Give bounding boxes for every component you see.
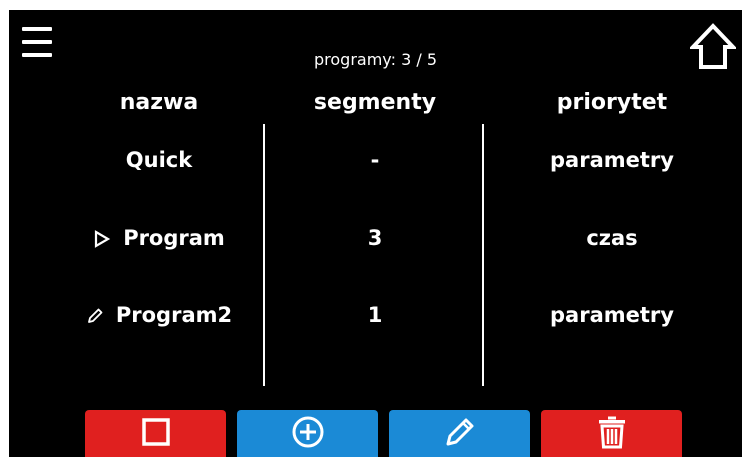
program-name: Program: [123, 226, 225, 250]
play-outline-icon: [93, 230, 111, 248]
column-header-name: nazwa: [119, 90, 199, 115]
pencil-icon: [86, 307, 104, 325]
program-segments: -: [370, 148, 380, 172]
delete-program-button[interactable]: [541, 410, 682, 457]
program-name: Quick: [125, 148, 193, 172]
program-count: programy: 3 / 5: [9, 50, 742, 69]
program-name: Program2: [115, 303, 233, 327]
add-program-button[interactable]: [237, 410, 378, 457]
trash-icon: [595, 415, 629, 453]
program-priority: czas: [586, 226, 638, 250]
program-list-screen: programy: 3 / 5 nazwa segmenty priorytet…: [9, 10, 742, 457]
column-header-segments: segmenty: [313, 90, 437, 115]
column-header-priority: priorytet: [556, 90, 668, 115]
stop-button[interactable]: [85, 410, 226, 457]
plus-circle-icon: [291, 415, 325, 453]
program-segments: 3: [367, 226, 383, 250]
edit-program-button[interactable]: [389, 410, 530, 457]
home-icon[interactable]: [688, 22, 738, 72]
program-priority: parametry: [550, 303, 674, 327]
program-row-program[interactable]: Program 3 czas: [9, 211, 742, 265]
program-row-program2[interactable]: Program2 1 parametry: [9, 288, 742, 342]
program-count-label: programy:: [313, 50, 396, 69]
program-name-cell: Program2: [39, 288, 279, 342]
square-stop-icon: [141, 417, 171, 451]
program-count-value: 3 / 5: [401, 50, 437, 69]
program-priority: parametry: [550, 148, 674, 172]
program-name-cell: Quick: [39, 133, 279, 187]
program-segments: 1: [367, 303, 383, 327]
pencil-icon: [443, 415, 477, 453]
program-name-cell: Program: [39, 211, 279, 265]
program-row-quick[interactable]: Quick - parametry: [9, 133, 742, 187]
